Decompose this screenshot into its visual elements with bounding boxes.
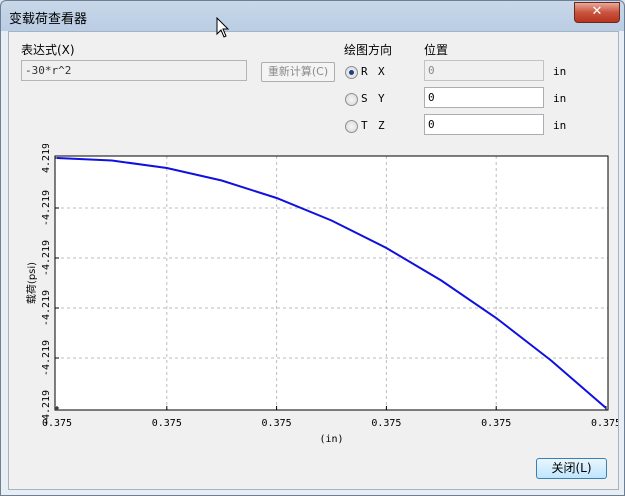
title-bar[interactable]: 变载荷查看器 ✕ (1, 1, 624, 31)
y-tick-label: -4.219 (41, 340, 52, 376)
radio-r-label: R (361, 65, 368, 78)
position-x-field[interactable]: 0 (424, 60, 544, 81)
axis-x-label: X (378, 65, 385, 78)
radio-t[interactable] (345, 120, 358, 133)
unit-y-label: in (553, 92, 567, 105)
unit-z-label: in (553, 119, 567, 132)
position-z-field[interactable]: 0 (424, 114, 544, 135)
axis-y-label: Y (378, 92, 385, 105)
x-tick-label: 0.375 (591, 418, 618, 429)
radio-s[interactable] (345, 93, 358, 106)
y-tick-label: 4.219 (41, 144, 52, 173)
load-chart: 0.3750.3750.3750.3750.3750.3754.219-4.21… (26, 144, 618, 444)
expression-label: 表达式(X) (21, 43, 75, 57)
x-tick-label: 0.375 (152, 418, 182, 429)
y-tick-label: -4.219 (41, 240, 52, 276)
radio-r[interactable] (345, 66, 358, 79)
window-close-button[interactable]: ✕ (574, 2, 620, 23)
position-y-field[interactable]: 0 (424, 87, 544, 108)
y-axis-label: 载荷(psi) (26, 262, 38, 304)
position-label: 位置 (424, 43, 449, 57)
variable-load-viewer-window: 变载荷查看器 ✕ 表达式(X) -30*r^2 重新计算(C) 绘图方向 位置 … (0, 0, 625, 496)
radio-s-label: S (361, 92, 368, 105)
y-tick-label: -4.219 (41, 290, 52, 326)
axis-z-label: Z (378, 119, 385, 132)
dialog-client-area: 表达式(X) -30*r^2 重新计算(C) 绘图方向 位置 R X 0 in … (8, 31, 619, 490)
unit-x-label: in (553, 65, 567, 78)
recalculate-button[interactable]: 重新计算(C) (261, 62, 335, 82)
x-tick-label: 0.375 (481, 418, 511, 429)
window-title: 变载荷查看器 (9, 12, 88, 27)
plot-direction-label: 绘图方向 (344, 43, 393, 57)
y-tick-label: -4.219 (41, 190, 52, 226)
mouse-cursor-icon (216, 17, 230, 38)
radio-t-label: T (361, 119, 368, 132)
expression-field[interactable]: -30*r^2 (21, 60, 247, 81)
close-dialog-button[interactable]: 关闭(L) (536, 458, 607, 479)
x-tick-label: 0.375 (371, 418, 401, 429)
x-tick-label: 0.375 (262, 418, 292, 429)
y-tick-label: -4.219 (41, 390, 52, 426)
plot-area (55, 156, 608, 410)
x-axis-label: (in) (319, 434, 343, 444)
